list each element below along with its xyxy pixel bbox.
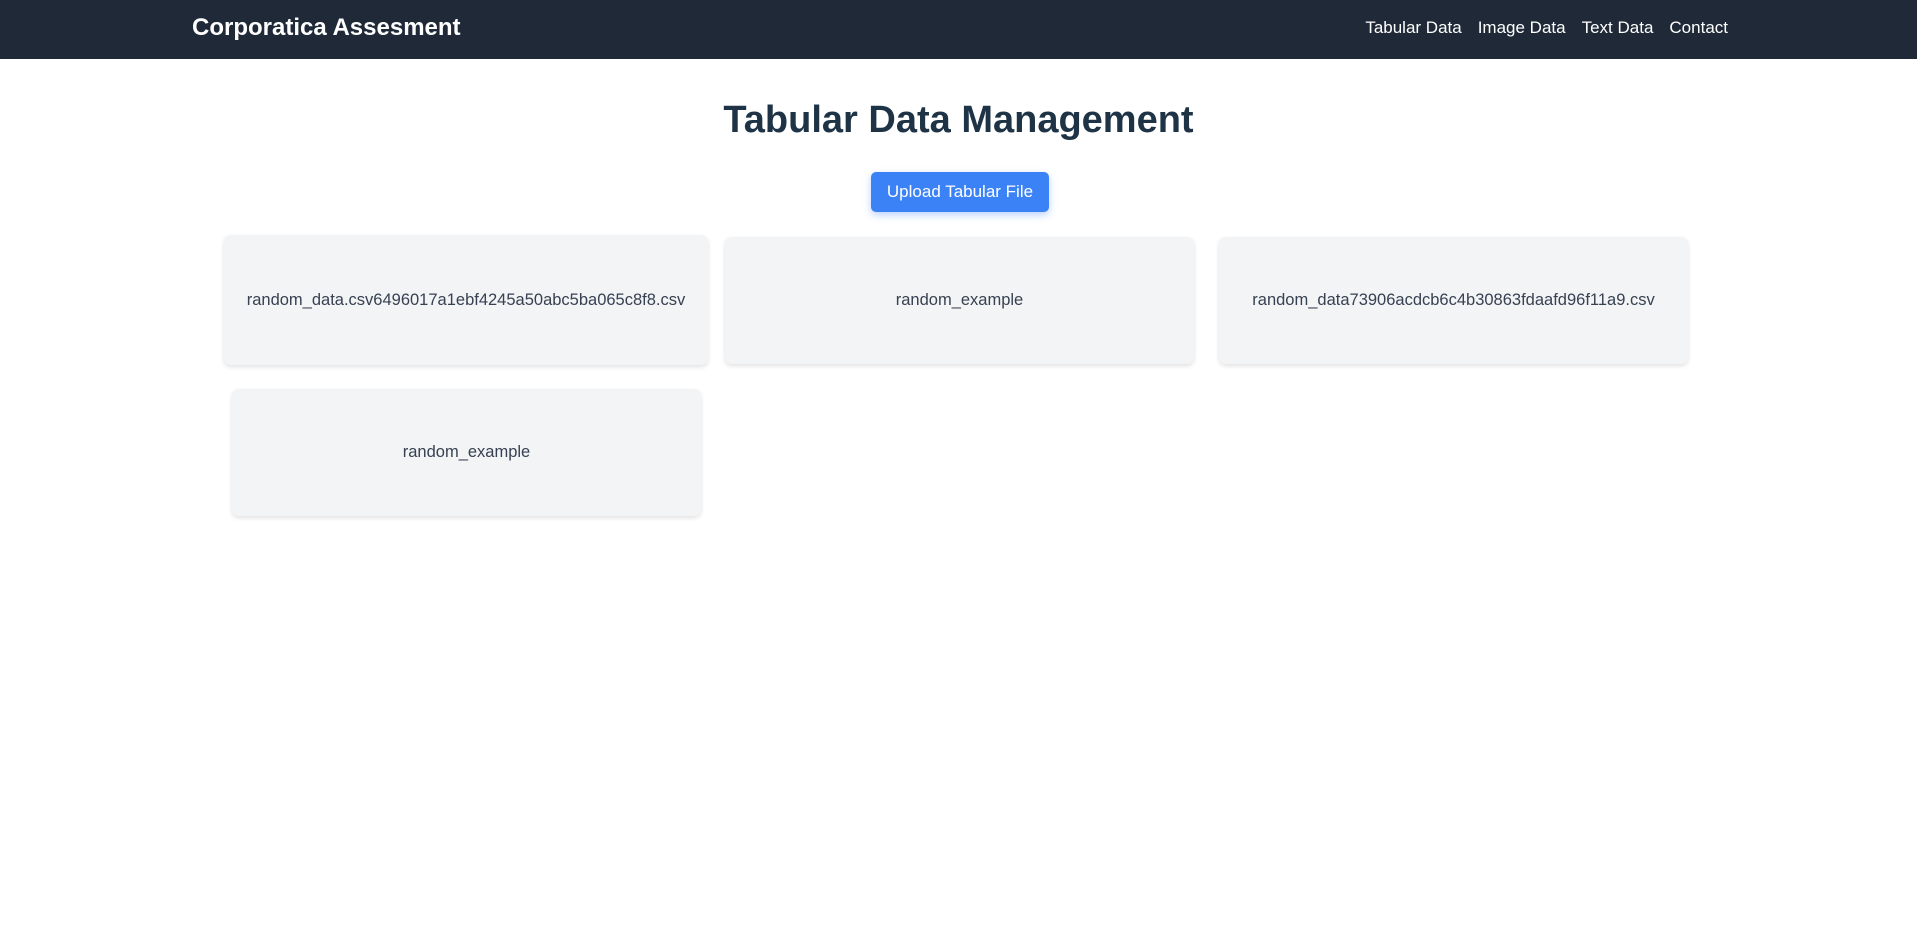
file-card-name: random_data73906acdcb6c4b30863fdaafd96f1…	[1252, 291, 1655, 309]
upload-tabular-file-button[interactable]: Upload Tabular File	[871, 172, 1049, 212]
file-card-name: random_data.csv6496017a1ebf4245a50abc5ba…	[246, 290, 686, 309]
nav-link-image-data[interactable]: Image Data	[1478, 17, 1566, 39]
nav-link-contact[interactable]: Contact	[1669, 17, 1728, 39]
file-card[interactable]: random_data73906acdcb6c4b30863fdaafd96f1…	[1219, 237, 1688, 364]
nav-link-text-data[interactable]: Text Data	[1582, 17, 1654, 39]
nav-link-tabular-data[interactable]: Tabular Data	[1365, 17, 1461, 39]
navbar: Corporatica Assesment Tabular Data Image…	[0, 0, 1917, 59]
brand-logo-text[interactable]: Corporatica Assesment	[192, 13, 461, 43]
file-card[interactable]: random_data.csv6496017a1ebf4245a50abc5ba…	[224, 235, 708, 365]
page-title: Tabular Data Management	[723, 99, 1194, 141]
file-card-name: random_example	[402, 443, 531, 461]
nav-links: Tabular Data Image Data Text Data Contac…	[1365, 17, 1728, 39]
file-card[interactable]: random_example	[725, 237, 1194, 364]
file-card-name: random_example	[895, 291, 1024, 309]
file-card[interactable]: random_example	[232, 389, 701, 516]
